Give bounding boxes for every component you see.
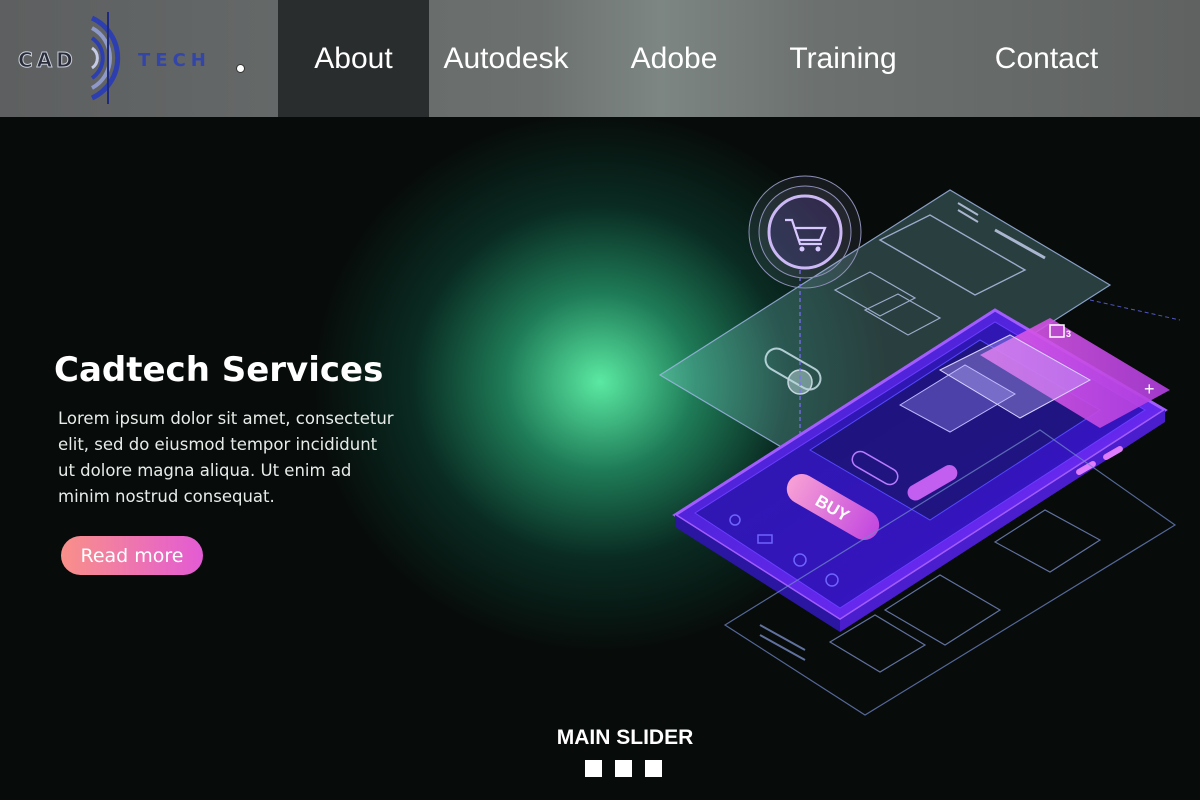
top-navigation-bar: CAD TECH About Autodesk Adobe Training C… xyxy=(0,0,1200,117)
read-more-button[interactable]: Read more xyxy=(61,536,203,575)
nav-item-autodesk[interactable]: Autodesk xyxy=(429,0,583,117)
slider-dot-3[interactable] xyxy=(645,760,662,777)
hero-title: Cadtech Services xyxy=(54,350,384,390)
cadtech-logo[interactable]: CAD TECH xyxy=(0,0,278,117)
slider-dot-1[interactable] xyxy=(585,760,602,777)
logo-dot xyxy=(236,64,245,73)
nav-item-adobe[interactable]: Adobe xyxy=(600,0,748,117)
nav-item-training[interactable]: Training xyxy=(770,0,916,117)
mobile-app-illustration: BUY + 3 xyxy=(658,175,1181,716)
slider-label: MAIN SLIDER xyxy=(556,726,694,749)
hero-description: Lorem ipsum dolor sit amet, consectetur … xyxy=(58,409,394,506)
cart-badge: 3 xyxy=(1066,329,1071,339)
logo-text-tech: TECH xyxy=(138,50,211,71)
nav-item-about[interactable]: About xyxy=(278,0,429,117)
nav-item-contact[interactable]: Contact xyxy=(965,0,1128,117)
close-icon: + xyxy=(1144,379,1155,399)
slider-pagination xyxy=(585,760,665,778)
slider-dot-2[interactable] xyxy=(615,760,632,777)
logo-text-cad: CAD xyxy=(18,48,77,73)
logo-rings-icon xyxy=(90,12,121,104)
page: CAD TECH About Autodesk Adobe Training C… xyxy=(0,0,1200,800)
